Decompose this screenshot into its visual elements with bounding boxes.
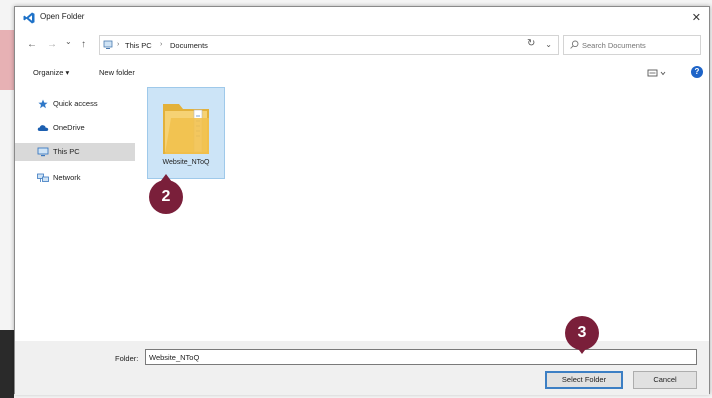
recent-locations-button[interactable]: ⌄ <box>65 37 72 46</box>
sidebar-item-this-pc[interactable]: This PC <box>15 143 135 161</box>
navigation-bar: ← → ⌄ ↑ › This PC › Documents ⌄ ↻ <box>15 33 709 59</box>
network-icon <box>37 173 49 182</box>
screen: Open Folder ✕ ← → ⌄ ↑ › This PC › Docume… <box>0 0 712 398</box>
star-icon <box>38 99 48 109</box>
close-button[interactable]: ✕ <box>692 11 701 24</box>
address-bar[interactable]: › This PC › Documents ⌄ <box>99 35 559 55</box>
open-folder-dialog: Open Folder ✕ ← → ⌄ ↑ › This PC › Docume… <box>14 6 710 395</box>
search-box[interactable] <box>563 35 701 55</box>
background-decoration-dark <box>0 330 14 398</box>
search-icon <box>570 40 579 49</box>
sidebar-item-quick-access[interactable]: Quick access <box>15 95 135 113</box>
dialog-footer: Folder: Select Folder Cancel <box>15 341 709 395</box>
help-button[interactable]: ? <box>691 66 703 78</box>
folder-field-label: Folder: <box>115 354 139 363</box>
new-folder-button[interactable]: New folder <box>99 68 135 77</box>
view-options-icon[interactable] <box>647 67 667 79</box>
breadcrumb-separator: › <box>117 41 120 48</box>
vscode-icon <box>23 12 35 24</box>
step-number: 2 <box>161 188 171 205</box>
this-pc-icon <box>103 40 113 49</box>
folder-field[interactable] <box>145 349 697 365</box>
refresh-button[interactable]: ↻ <box>527 38 535 49</box>
monitor-icon <box>37 147 49 157</box>
breadcrumb-separator: › <box>160 41 163 48</box>
back-button[interactable]: ← <box>27 39 37 50</box>
sidebar-item-label: Quick access <box>53 99 98 108</box>
command-bar: Organize ▾ New folder ? <box>15 63 709 83</box>
up-button[interactable]: ↑ <box>81 39 86 50</box>
dialog-body: Quick access OneDrive This PC Network We… <box>15 85 709 339</box>
folder-name: Website_NToQ <box>162 159 210 166</box>
dialog-title: Open Folder <box>40 12 85 21</box>
file-list: Website_NToQ <box>137 85 709 339</box>
chevron-down-icon[interactable]: ⌄ <box>545 40 552 49</box>
breadcrumb-this-pc[interactable]: This PC <box>125 41 152 50</box>
search-input[interactable] <box>582 39 694 52</box>
organize-button[interactable]: Organize ▾ <box>33 68 69 77</box>
navigation-pane: Quick access OneDrive This PC Network <box>15 85 135 339</box>
sidebar-item-label: Network <box>53 173 81 182</box>
step-2-badge: 2 <box>149 174 183 214</box>
sidebar-item-onedrive[interactable]: OneDrive <box>15 119 135 137</box>
select-folder-button[interactable]: Select Folder <box>545 371 623 389</box>
step-number: 3 <box>577 324 587 341</box>
folder-icon <box>163 104 209 154</box>
sidebar-item-label: OneDrive <box>53 123 85 132</box>
forward-button[interactable]: → <box>47 39 57 50</box>
sidebar-item-network[interactable]: Network <box>15 169 135 187</box>
sidebar-item-label: This PC <box>53 147 80 156</box>
cancel-button[interactable]: Cancel <box>633 371 697 389</box>
step-3-badge: 3 <box>565 316 599 354</box>
title-bar: Open Folder ✕ <box>15 7 709 29</box>
cloud-icon <box>37 125 49 131</box>
breadcrumb-documents[interactable]: Documents <box>170 41 208 50</box>
folder-item[interactable]: Website_NToQ <box>147 87 225 179</box>
